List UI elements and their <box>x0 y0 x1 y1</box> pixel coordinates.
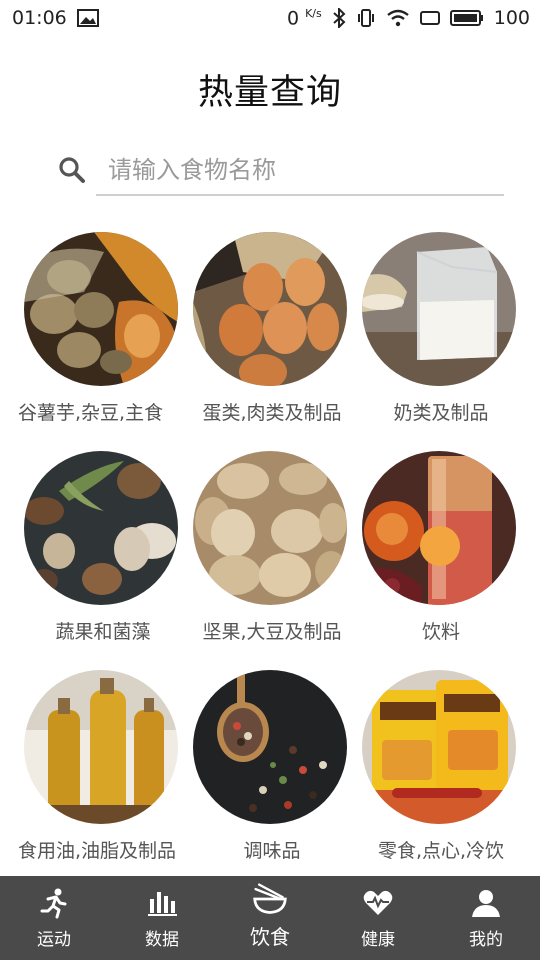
category-item[interactable]: 蔬果和菌藻 <box>18 451 188 671</box>
nav-label: 饮食 <box>250 925 290 949</box>
category-label: 饮料 <box>421 621 460 643</box>
nav-item-health[interactable]: 健康 <box>324 876 432 960</box>
network-speed: 0 K/s <box>286 6 322 30</box>
vibrate-icon <box>356 8 376 28</box>
screen-rotation-icon <box>419 10 440 26</box>
milk-carton-image <box>362 232 516 386</box>
category-item[interactable]: 谷薯芋,杂豆,主食 <box>18 232 188 452</box>
category-grid: 谷薯芋,杂豆,主食 蛋类,肉类及制品 奶类及制品 蔬果和菌藻 坚果,大豆及制品 … <box>0 232 540 876</box>
oil-bottles-image <box>24 670 178 824</box>
nav-label: 运动 <box>37 930 71 950</box>
category-label: 坚果,大豆及制品 <box>202 621 342 643</box>
category-label: 调味品 <box>243 840 301 862</box>
nav-label: 健康 <box>361 930 395 950</box>
category-item[interactable]: 零食,点心,冷饮 <box>356 670 526 876</box>
nav-item-data[interactable]: 数据 <box>108 876 216 960</box>
battery-level: 100 <box>493 6 530 29</box>
category-label: 奶类及制品 <box>393 402 489 424</box>
status-time: 01:06 <box>12 7 67 29</box>
category-label: 蛋类,肉类及制品 <box>202 402 342 424</box>
category-item[interactable]: 调味品 <box>187 670 357 876</box>
category-label: 食用油,油脂及制品 <box>18 840 177 862</box>
battery-icon <box>449 9 484 27</box>
category-label: 零食,点心,冷饮 <box>377 840 505 862</box>
search-bar <box>56 146 504 198</box>
bowl-chopsticks-icon <box>252 881 288 917</box>
almonds-image <box>193 451 347 605</box>
nav-label: 数据 <box>145 930 179 950</box>
potatoes-pumpkin-image <box>24 232 178 386</box>
runner-icon <box>36 885 72 921</box>
bottom-nav: 运动 数据 饮食 健康 我的 <box>0 876 540 960</box>
status-bar: 01:06 0 K/s 100 <box>0 0 540 36</box>
nav-item-diet[interactable]: 饮食 <box>216 876 324 960</box>
category-item[interactable]: 奶类及制品 <box>356 232 526 452</box>
bluetooth-icon <box>332 7 346 28</box>
eggs-image <box>193 232 347 386</box>
category-item[interactable]: 饮料 <box>356 451 526 671</box>
gallery-notification-icon <box>76 9 99 27</box>
nav-label: 我的 <box>469 930 503 950</box>
nav-item-exercise[interactable]: 运动 <box>0 876 108 960</box>
mushrooms-image <box>24 451 178 605</box>
person-icon <box>468 885 504 921</box>
bar-chart-icon <box>144 885 180 921</box>
snack-bags-image <box>362 670 516 824</box>
wifi-icon <box>386 9 410 27</box>
peppercorn-spoon-image <box>193 670 347 824</box>
juice-glass-image <box>362 451 516 605</box>
category-item[interactable]: 蛋类,肉类及制品 <box>187 232 357 452</box>
category-item[interactable]: 食用油,油脂及制品 <box>18 670 188 876</box>
search-icon[interactable] <box>56 154 88 186</box>
search-input[interactable] <box>96 146 504 196</box>
heart-pulse-icon <box>360 885 396 921</box>
category-label: 谷薯芋,杂豆,主食 <box>18 402 164 424</box>
page-title: 热量查询 <box>197 73 342 113</box>
nav-item-me[interactable]: 我的 <box>432 876 540 960</box>
category-label: 蔬果和菌藻 <box>55 621 151 643</box>
category-item[interactable]: 坚果,大豆及制品 <box>187 451 357 671</box>
